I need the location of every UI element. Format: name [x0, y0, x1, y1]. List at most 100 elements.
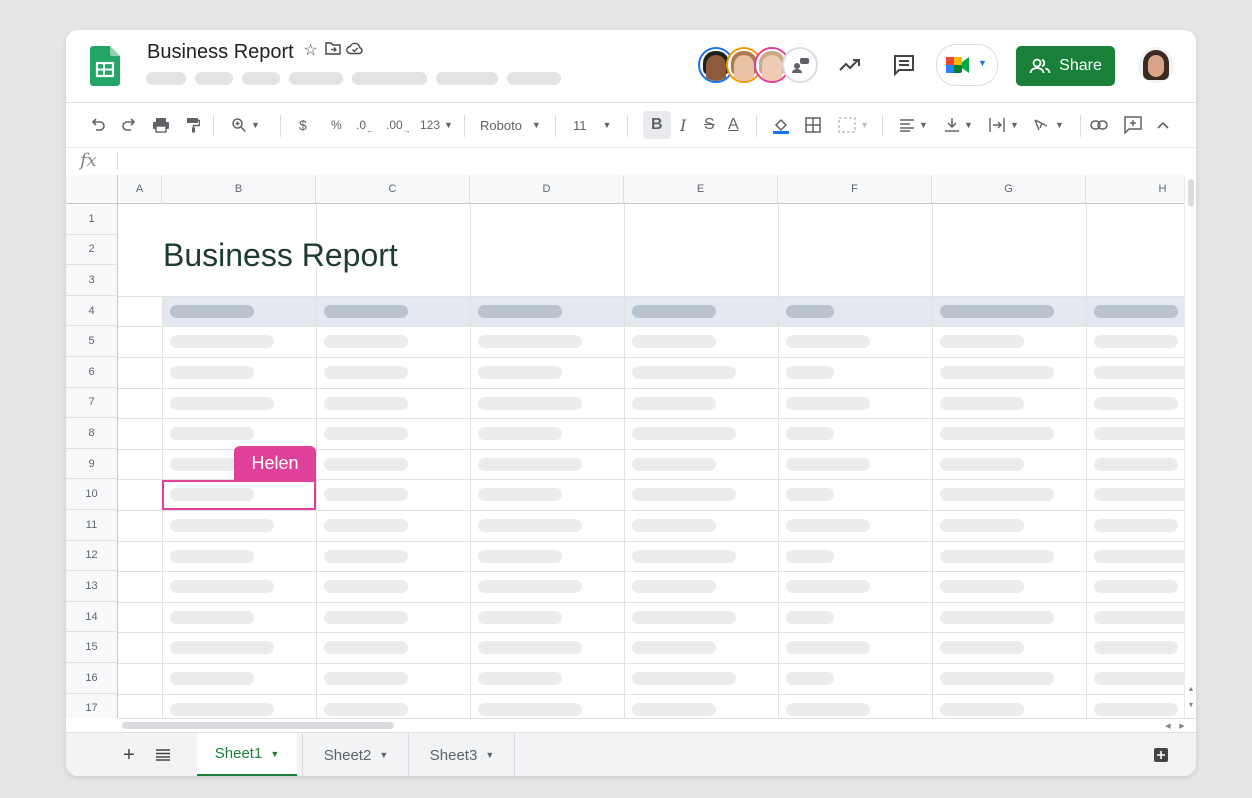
column-header-d[interactable]: D — [470, 175, 624, 204]
paint-format-icon[interactable] — [186, 103, 200, 147]
cell-placeholder — [940, 641, 1024, 654]
row-header-7[interactable]: 7 — [66, 387, 118, 419]
sheet-tab-sheet1[interactable]: Sheet1 ▼ — [197, 733, 297, 776]
text-rotation-icon[interactable]: ▼ — [1033, 103, 1064, 147]
row-gridline — [118, 326, 1184, 327]
cell-placeholder — [940, 550, 1054, 563]
comments-icon[interactable] — [891, 52, 917, 78]
row-header-11[interactable]: 11 — [66, 510, 118, 541]
row-header-1[interactable]: 1 — [66, 204, 118, 235]
menu-item-placeholder[interactable] — [195, 72, 233, 85]
italic-icon[interactable]: I — [680, 103, 686, 147]
document-title[interactable]: Business Report — [147, 41, 294, 64]
font-family-dropdown[interactable]: Roboto ▼ — [480, 103, 541, 147]
horizontal-align-icon[interactable]: ▼ — [899, 103, 928, 147]
collapse-toolbar-icon[interactable] — [1157, 103, 1169, 147]
column-header-h[interactable]: H — [1086, 175, 1184, 204]
decrease-decimal-icon[interactable]: .0 ← — [356, 103, 374, 147]
move-to-folder-icon[interactable] — [324, 41, 341, 61]
column-header-b[interactable]: B — [162, 175, 316, 204]
bold-icon[interactable]: B — [651, 103, 663, 147]
sheet-heading[interactable]: Business Report — [163, 237, 398, 274]
chevron-down-icon: ▼ — [485, 750, 495, 760]
currency-icon[interactable]: $ — [299, 103, 307, 147]
row-header-6[interactable]: 6 — [66, 357, 118, 388]
sheets-logo-icon[interactable] — [90, 46, 120, 86]
add-sheet-icon[interactable]: + — [118, 733, 140, 776]
cell-placeholder — [170, 580, 274, 593]
insert-link-icon[interactable] — [1090, 103, 1108, 147]
chat-bubble-icon[interactable] — [782, 47, 818, 83]
percent-icon[interactable]: % — [331, 103, 342, 147]
row-header-13[interactable]: 13 — [66, 571, 118, 602]
cell-placeholder — [478, 611, 562, 624]
select-all-corner[interactable] — [66, 175, 118, 204]
zoom-control[interactable]: ▼ — [231, 103, 260, 147]
row-header-15[interactable]: 15 — [66, 632, 118, 663]
column-header-c[interactable]: C — [316, 175, 470, 204]
print-icon[interactable] — [152, 103, 170, 147]
cell-placeholder — [478, 641, 582, 654]
text-color-icon[interactable]: A — [728, 103, 739, 147]
cell-placeholder — [786, 397, 870, 410]
column-header-f[interactable]: F — [778, 175, 932, 204]
more-formats-dropdown[interactable]: 123 ▼ — [420, 103, 453, 147]
activity-trend-icon[interactable] — [837, 52, 863, 78]
share-button[interactable]: Share — [1016, 46, 1115, 86]
row-header-9[interactable]: 9 — [66, 448, 118, 480]
column-header-a[interactable]: A — [118, 175, 162, 204]
menu-item-placeholder[interactable] — [289, 72, 343, 85]
increase-decimal-icon[interactable]: .00 → — [386, 103, 411, 147]
merge-cells-icon[interactable]: ▼ — [838, 103, 869, 147]
star-icon[interactable]: ☆ — [302, 41, 319, 61]
all-sheets-icon[interactable] — [152, 733, 174, 776]
menu-item-placeholder[interactable] — [146, 72, 186, 85]
column-header-e[interactable]: E — [624, 175, 778, 204]
row-header-8[interactable]: 8 — [66, 418, 118, 449]
row-header-5[interactable]: 5 — [66, 326, 118, 357]
sheet-tab-sheet3[interactable]: Sheet3 ▼ — [412, 733, 512, 776]
meet-button[interactable]: ▼ — [936, 44, 998, 86]
spreadsheet-grid[interactable]: ABCDEFGH 1 2 3 4 5 6 7 8 9 10 11 12 13 14 15 16 17 Busin… — [66, 175, 1184, 718]
font-size-dropdown[interactable]: 11 ▼ — [573, 103, 611, 147]
scroll-left-icon[interactable]: ◀ — [1162, 720, 1174, 732]
cell-placeholder — [940, 488, 1054, 501]
column-header-g[interactable]: G — [932, 175, 1086, 204]
menu-item-placeholder[interactable] — [436, 72, 498, 85]
vertical-align-icon[interactable]: ▼ — [944, 103, 973, 147]
account-avatar[interactable] — [1138, 47, 1174, 83]
redo-icon[interactable] — [121, 103, 137, 147]
vertical-scrollbar[interactable]: ▲ ▼ — [1184, 175, 1196, 718]
cell-placeholder — [632, 703, 716, 716]
row-header-14[interactable]: 14 — [66, 601, 118, 633]
insert-comment-icon[interactable] — [1124, 103, 1142, 147]
scroll-down-icon[interactable]: ▼ — [1185, 699, 1196, 711]
row-header-10[interactable]: 10 — [66, 479, 118, 510]
row-header-16[interactable]: 16 — [66, 663, 118, 694]
text-wrapping-icon[interactable]: ▼ — [988, 103, 1019, 147]
column-gridline — [470, 204, 471, 718]
undo-icon[interactable] — [90, 103, 106, 147]
menu-item-placeholder[interactable] — [507, 72, 561, 85]
vertical-scroll-thumb[interactable] — [1188, 179, 1194, 207]
cloud-saved-icon[interactable] — [346, 41, 363, 61]
row-header-2[interactable]: 2 — [66, 234, 118, 266]
scroll-right-icon[interactable]: ▶ — [1176, 720, 1188, 732]
scroll-up-icon[interactable]: ▲ — [1185, 683, 1196, 695]
borders-icon[interactable] — [805, 103, 821, 147]
menu-item-placeholder[interactable] — [352, 72, 427, 85]
formula-bar[interactable]: fx — [66, 147, 1196, 176]
horizontal-scrollbar[interactable]: ◀ ▶ — [118, 718, 1196, 733]
strikethrough-icon[interactable]: S — [704, 103, 715, 147]
fill-color-icon[interactable] — [772, 103, 790, 147]
collaborator-cursor-label: Helen — [234, 446, 316, 480]
horizontal-scroll-thumb[interactable] — [122, 722, 394, 729]
menu-item-placeholder[interactable] — [242, 72, 280, 85]
sheet-tab-sheet2[interactable]: Sheet2 ▼ — [306, 733, 406, 776]
row-header-12[interactable]: 12 — [66, 540, 118, 572]
row-header-3[interactable]: 3 — [66, 265, 118, 296]
row-header-17[interactable]: 17 — [66, 693, 118, 718]
explore-icon[interactable] — [1150, 733, 1172, 776]
cell-placeholder — [478, 580, 582, 593]
row-header-4[interactable]: 4 — [66, 295, 118, 327]
